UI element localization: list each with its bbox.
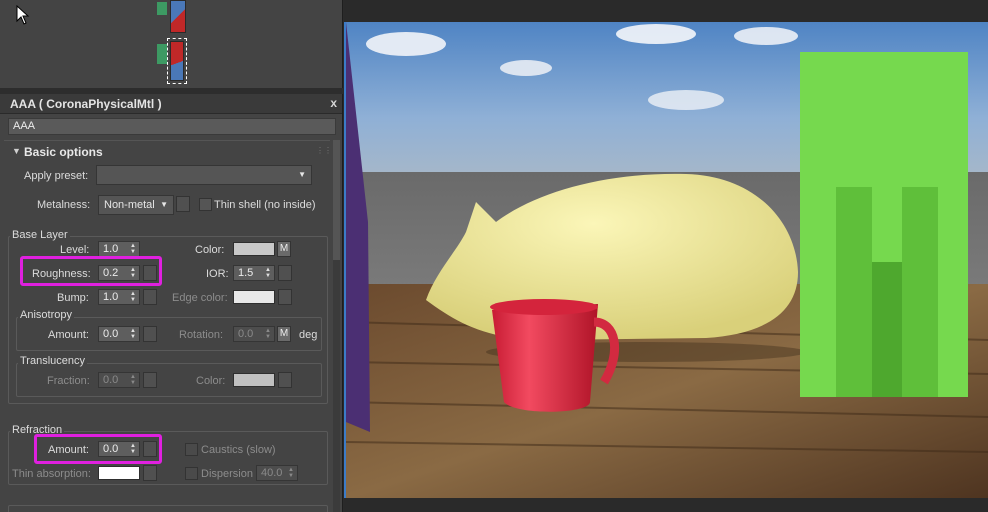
thin-absorption-swatch[interactable] — [98, 466, 140, 480]
spinner-arrows-icon[interactable]: ▲ ▼ — [130, 374, 136, 386]
close-icon[interactable]: x — [330, 96, 337, 110]
refraction-amount-spinner[interactable]: 0.0 ▲ ▼ — [98, 441, 140, 457]
apply-preset-dropdown[interactable]: ▼ — [96, 165, 312, 185]
anisotropy-map-button[interactable] — [143, 326, 157, 342]
fraction-label: Fraction: — [47, 375, 90, 387]
thin-shell-label: Thin shell (no inside) — [214, 199, 316, 211]
color-label: Color: — [195, 244, 225, 256]
dispersion-label: Dispersion — [201, 468, 253, 480]
anisotropy-amount-spinner[interactable]: 0.0 ▲ ▼ — [98, 326, 140, 342]
fraction-map-button[interactable] — [143, 372, 157, 388]
grip-icon: ⋮⋮ — [316, 146, 332, 155]
viewport-top-bar — [344, 0, 988, 22]
caustics-checkbox[interactable] — [185, 443, 198, 456]
rotation-label: Rotation: — [179, 329, 224, 341]
chevron-down-icon: ▼ — [298, 170, 306, 179]
metalness-value: Non-metal — [104, 199, 155, 211]
roughness-value: 0.2 — [103, 267, 119, 279]
refraction-amount-value: 0.0 — [103, 443, 119, 455]
node-green-lower[interactable] — [157, 44, 167, 64]
refraction-map-button[interactable] — [143, 441, 157, 457]
spinner-arrows-icon[interactable]: ▲ ▼ — [130, 243, 136, 255]
level-value: 1.0 — [103, 243, 119, 255]
base-layer-title: Base Layer — [10, 229, 70, 241]
scrollbar-thumb[interactable] — [333, 140, 340, 260]
mouse-cursor-icon — [16, 5, 30, 25]
level-spinner[interactable]: 1.0 ▲ ▼ — [98, 241, 140, 257]
anisotropy-amount-value: 0.0 — [103, 328, 119, 340]
viewport-bottom-strip — [344, 498, 988, 512]
spinner-arrows-icon[interactable]: ▲ ▼ — [130, 291, 136, 303]
node-blue-lower[interactable] — [170, 41, 184, 81]
node-editor-view[interactable] — [0, 0, 343, 88]
metalness-map-button[interactable] — [176, 196, 190, 212]
chevron-down-icon: ▼ — [160, 200, 168, 209]
ior-map-button[interactable] — [278, 265, 292, 281]
bump-label: Bump: — [57, 292, 89, 304]
dispersion-spinner[interactable]: 40.0 ▲ ▼ — [256, 465, 298, 481]
basic-options-header[interactable]: Basic options — [24, 145, 103, 159]
anisotropy-amount-label: Amount: — [48, 329, 89, 341]
bump-value: 1.0 — [103, 291, 119, 303]
spinner-arrows-icon[interactable]: ▲ ▼ — [265, 267, 271, 279]
thin-shell-checkbox[interactable] — [199, 198, 212, 211]
translucency-color-swatch[interactable] — [233, 373, 275, 387]
thin-absorption-label: Thin absorption: — [12, 468, 91, 480]
edge-color-map-button[interactable] — [278, 289, 292, 305]
ior-label: IOR: — [206, 268, 229, 280]
roughness-spinner[interactable]: 0.2 ▲ ▼ — [98, 265, 140, 281]
material-name-input[interactable]: AAA — [8, 118, 336, 135]
refraction-amount-label: Amount: — [48, 444, 89, 456]
thin-absorption-map-button[interactable] — [143, 465, 157, 481]
caustics-label: Caustics (slow) — [201, 444, 276, 456]
anisotropy-title: Anisotropy — [18, 309, 74, 321]
ior-value: 1.5 — [238, 267, 254, 279]
ior-spinner[interactable]: 1.5 ▲ ▼ — [233, 265, 275, 281]
node-blue-upper[interactable] — [170, 0, 186, 33]
material-parameter-panel: AAA ( CoronaPhysicalMtl ) x AAA ▼ Basic … — [0, 94, 343, 512]
base-color-swatch[interactable] — [233, 242, 275, 256]
material-title-bar: AAA ( CoronaPhysicalMtl ) x — [0, 94, 342, 114]
node-green-upper[interactable] — [157, 2, 167, 15]
bump-spinner[interactable]: 1.0 ▲ ▼ — [98, 289, 140, 305]
rotation-map-button[interactable]: M — [277, 326, 291, 342]
collapse-triangle-icon[interactable]: ▼ — [12, 146, 21, 156]
material-title: AAA ( CoronaPhysicalMtl ) — [10, 97, 162, 111]
spinner-arrows-icon[interactable]: ▲ ▼ — [265, 328, 271, 340]
basic-options-rollout: ▼ Basic options ⋮⋮ Apply preset: ▼ Metal… — [4, 140, 332, 512]
color-map-button[interactable]: M — [277, 241, 291, 257]
fraction-value: 0.0 — [103, 374, 119, 386]
translucency-title: Translucency — [18, 355, 88, 367]
deg-label: deg — [299, 329, 318, 341]
level-label: Level: — [60, 244, 90, 256]
fraction-spinner[interactable]: 0.0 ▲ ▼ — [98, 372, 140, 388]
spinner-arrows-icon[interactable]: ▲ ▼ — [130, 443, 136, 455]
translucency-color-label: Color: — [196, 375, 226, 387]
render-viewport[interactable] — [344, 22, 988, 498]
roughness-map-button[interactable] — [143, 265, 157, 281]
rotation-spinner[interactable]: 0.0 ▲ ▼ — [233, 326, 275, 342]
spinner-arrows-icon[interactable]: ▲ ▼ — [288, 467, 294, 479]
edge-color-label: Edge color: — [172, 292, 228, 304]
roughness-label: Roughness: — [32, 268, 91, 280]
spinner-arrows-icon[interactable]: ▲ ▼ — [130, 328, 136, 340]
metalness-dropdown[interactable]: Non-metal ▼ — [98, 195, 174, 215]
dispersion-value: 40.0 — [261, 467, 283, 479]
translucency-map-button[interactable] — [278, 372, 292, 388]
apply-preset-label: Apply preset: — [24, 170, 89, 182]
edge-color-swatch[interactable] — [233, 290, 275, 304]
spinner-arrows-icon[interactable]: ▲ ▼ — [130, 267, 136, 279]
dispersion-checkbox[interactable] — [185, 467, 198, 480]
bump-map-button[interactable] — [143, 289, 157, 305]
metalness-label: Metalness: — [37, 199, 91, 211]
rendered-scene — [346, 22, 988, 498]
rotation-value: 0.0 — [238, 328, 254, 340]
opacity-group-partial — [8, 505, 328, 512]
